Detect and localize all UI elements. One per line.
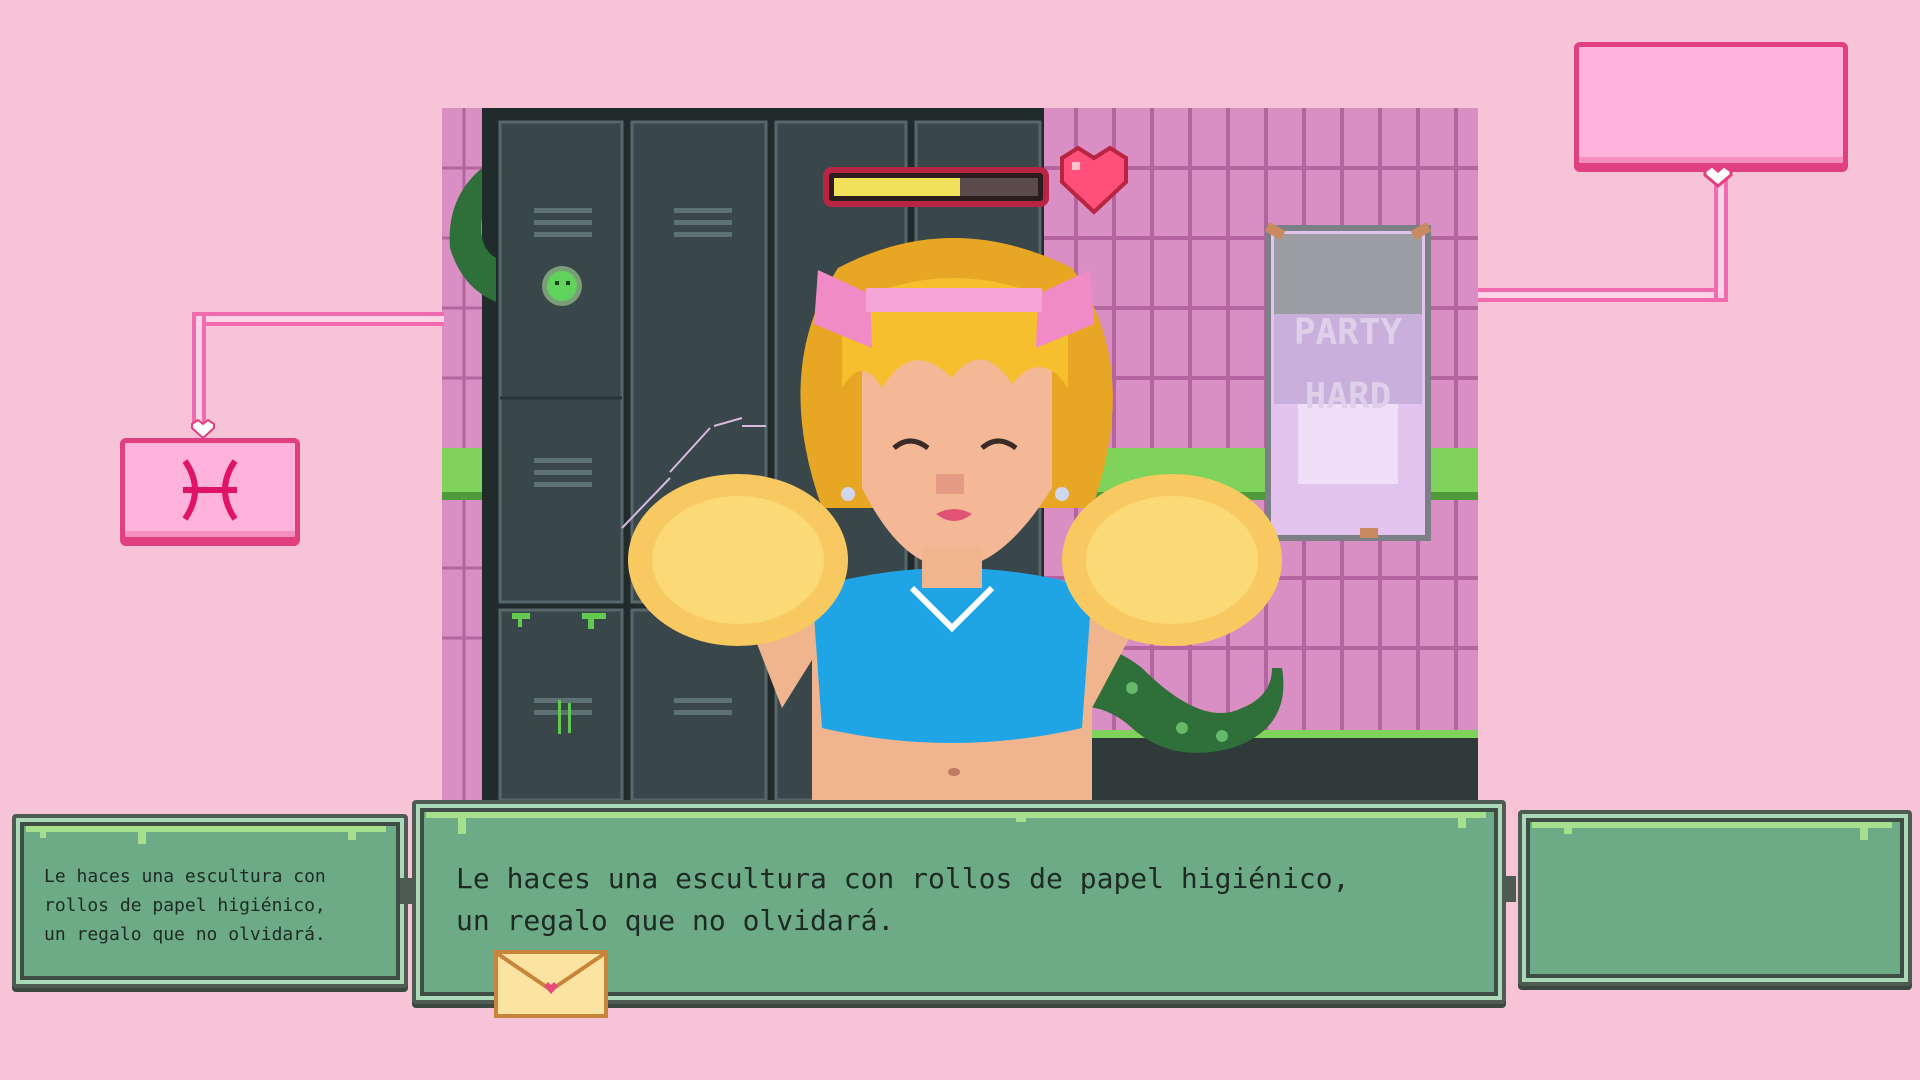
poster-text-line1: PARTY xyxy=(1294,312,1403,353)
zodiac-heart-icon xyxy=(190,418,216,440)
dialogue-history-text: Le haces una escultura con rollos de pap… xyxy=(44,866,326,945)
game-scene: PARTY HARD xyxy=(442,108,1478,800)
poster-text-line2: HARD xyxy=(1305,376,1392,417)
envelope-icon[interactable] xyxy=(494,950,608,1018)
zodiac-sign-box xyxy=(120,438,300,542)
dialogue-right-panel[interactable] xyxy=(1518,810,1912,986)
connector-left-horizontal-inner xyxy=(198,316,444,322)
name-box-heart-icon xyxy=(1702,164,1734,188)
pisces-icon xyxy=(125,443,295,537)
connector-right-vertical-inner xyxy=(1718,180,1724,298)
panel-hinge-right xyxy=(1502,876,1516,902)
connector-left-vertical-inner xyxy=(196,316,202,430)
dialogue-history-panel[interactable]: Le haces una escultura con rollos de pap… xyxy=(12,814,408,988)
dialogue-main-text: Le haces una escultura con rollos de pap… xyxy=(456,862,1350,937)
connector-right-horizontal-inner xyxy=(1478,292,1722,298)
character-name-box xyxy=(1574,42,1848,168)
